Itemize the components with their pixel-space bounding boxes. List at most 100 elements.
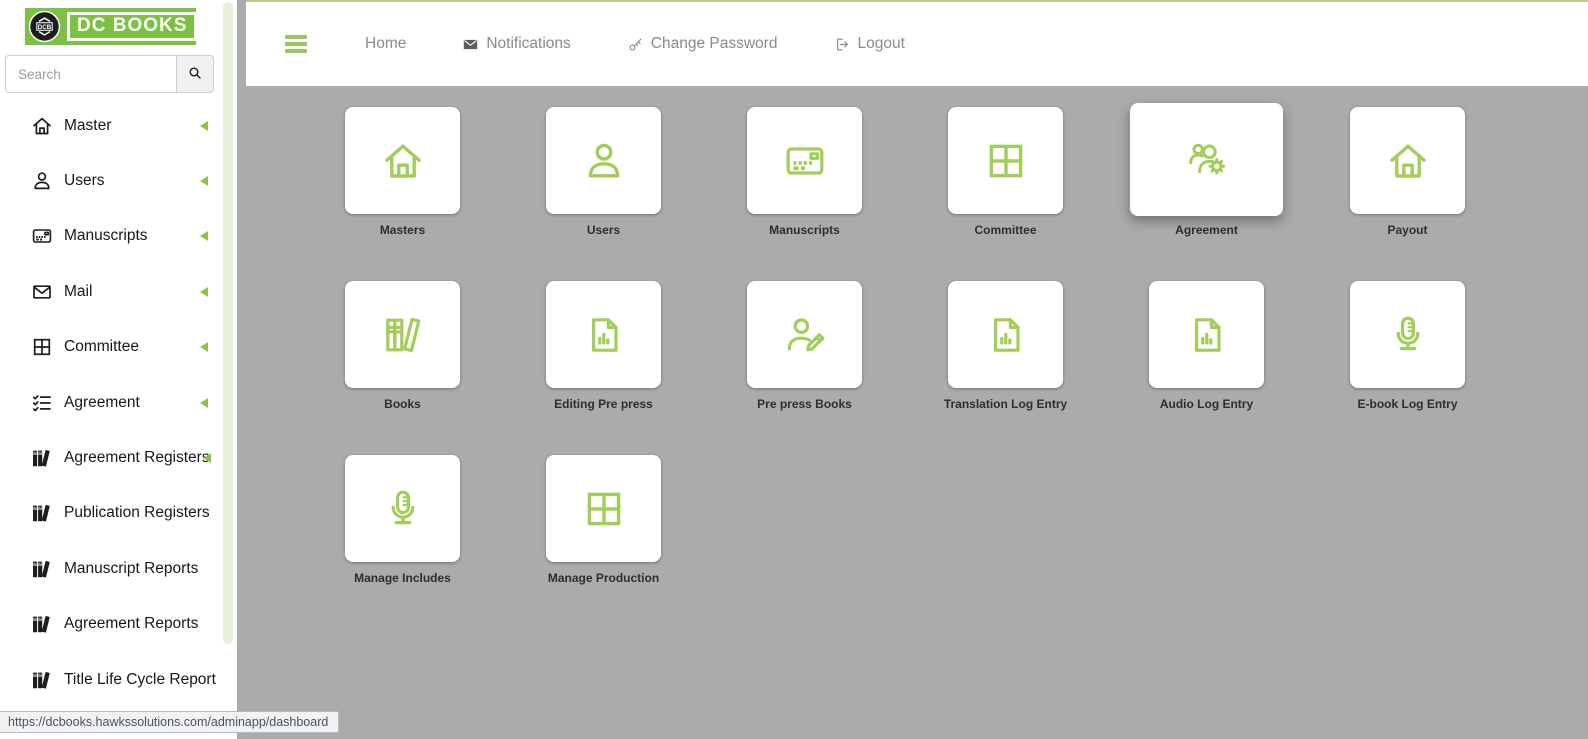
- hamburger-menu-icon[interactable]: [285, 32, 307, 56]
- tile-button-audio-log-entry[interactable]: [1149, 281, 1264, 388]
- tile-editing-pre-press: Editing Pre press: [546, 281, 661, 411]
- home-icon: [379, 137, 427, 185]
- envelope-icon: [462, 36, 479, 53]
- tile-committee: Committee: [948, 107, 1063, 237]
- tile-e-book-log-entry: E-book Log Entry: [1350, 281, 1465, 411]
- nav-item-label: Change Password: [651, 35, 778, 53]
- books-icon: [30, 612, 54, 636]
- tile-audio-log-entry: Audio Log Entry: [1149, 281, 1264, 411]
- logo-badge-text: DCB: [38, 24, 52, 31]
- tile-button-translation-log-entry[interactable]: [948, 281, 1063, 388]
- tile-users: Users: [546, 107, 661, 237]
- tile-label: Books: [384, 397, 421, 411]
- sidebar-scrollbar[interactable]: [223, 2, 233, 644]
- sidebar-item-publication-registers[interactable]: Publication Registers: [0, 486, 237, 541]
- tile-label: Agreement: [1175, 223, 1238, 237]
- nav-item-label: Logout: [857, 35, 904, 53]
- nav-item-label: Notifications: [486, 35, 570, 53]
- search-input[interactable]: [5, 55, 176, 93]
- sidebar-item-manuscript-reports[interactable]: Manuscript Reports: [0, 541, 237, 596]
- navbar-items: Home Notifications Change Password Logout: [365, 35, 905, 53]
- grid-icon: [580, 485, 628, 533]
- sidebar-item-label: Mail: [64, 283, 92, 301]
- tile-label: Manuscripts: [769, 223, 840, 237]
- tile-payout: Payout: [1350, 107, 1465, 237]
- sidebar-item-manuscripts[interactable]: Manuscripts: [0, 209, 237, 264]
- grid-icon: [30, 335, 54, 359]
- sidebar-item-agreement[interactable]: Agreement: [0, 375, 237, 430]
- sidebar-item-agreement-registers[interactable]: Agreement Registers: [0, 430, 237, 485]
- tile-button-manage-production[interactable]: [546, 455, 661, 562]
- sidebar-menu: Master Users Manuscripts Mail Committee Agree…: [0, 98, 237, 707]
- sidebar-item-label: Title Life Cycle Report: [64, 671, 216, 689]
- grid-icon: [982, 137, 1030, 185]
- sidebar-item-master[interactable]: Master: [0, 98, 237, 153]
- sidebar-item-label: Agreement: [64, 394, 140, 412]
- dashboard-grid: MastersUsersManuscriptsCommitteeAgreemen…: [345, 107, 1588, 585]
- sidebar-search: [5, 55, 214, 93]
- sidebar-item-users[interactable]: Users: [0, 153, 237, 208]
- tile-button-books[interactable]: [345, 281, 460, 388]
- tile-label: Manage Includes: [354, 571, 451, 585]
- home-icon: [30, 114, 54, 138]
- microphone-icon: [379, 485, 427, 533]
- user-icon: [30, 169, 54, 193]
- sidebar-item-label: Agreement Reports: [64, 615, 198, 633]
- sidebar-item-agreement-reports[interactable]: Agreement Reports: [0, 597, 237, 652]
- logo-title: DC BOOKS: [67, 12, 197, 41]
- sidebar-item-label: Master: [64, 117, 111, 135]
- sidebar-item-mail[interactable]: Mail: [0, 264, 237, 319]
- tile-button-editing-pre-press[interactable]: [546, 281, 661, 388]
- tile-button-e-book-log-entry[interactable]: [1350, 281, 1465, 388]
- tile-translation-log-entry: Translation Log Entry: [948, 281, 1063, 411]
- doc-chart-icon: [982, 311, 1030, 359]
- caret-left-icon: [200, 121, 208, 131]
- tile-button-masters[interactable]: [345, 107, 460, 214]
- caret-left-icon: [200, 398, 208, 408]
- doc-chart-icon: [1183, 311, 1231, 359]
- caret-left-icon: [200, 342, 208, 352]
- books-icon: [30, 668, 54, 692]
- home-icon: [1384, 137, 1432, 185]
- sidebar: DCB DC BOOKS Master Users Manuscripts Mail C…: [0, 0, 237, 739]
- tile-button-committee[interactable]: [948, 107, 1063, 214]
- tile-label: Translation Log Entry: [944, 397, 1067, 411]
- nav-item-notifications[interactable]: Notifications: [462, 35, 570, 53]
- tile-books: Books: [345, 281, 460, 411]
- search-button[interactable]: [176, 55, 214, 93]
- person-edit-icon: [781, 311, 829, 359]
- dcb-logo-badge-icon: DCB: [28, 10, 61, 43]
- users-gear-icon: [1183, 136, 1231, 184]
- caret-left-icon: [200, 231, 208, 241]
- tile-button-agreement[interactable]: [1130, 103, 1283, 216]
- dashboard-content: MastersUsersManuscriptsCommitteeAgreemen…: [237, 86, 1588, 739]
- app-window: DCB DC BOOKS Master Users Manuscripts Mail C…: [0, 0, 1588, 739]
- tile-button-manuscripts[interactable]: [747, 107, 862, 214]
- caret-left-icon: [200, 287, 208, 297]
- tile-button-payout[interactable]: [1350, 107, 1465, 214]
- main-area: Home Notifications Change Password Logout M…: [237, 0, 1588, 739]
- sidebar-item-committee[interactable]: Committee: [0, 320, 237, 375]
- tile-manage-production: Manage Production: [546, 455, 661, 585]
- tile-manuscripts: Manuscripts: [747, 107, 862, 237]
- tile-button-pre-press-books[interactable]: [747, 281, 862, 388]
- tile-pre-press-books: Pre press Books: [747, 281, 862, 411]
- sidebar-item-label: Manuscripts: [64, 227, 148, 245]
- books-icon: [30, 501, 54, 525]
- nav-item-home[interactable]: Home: [365, 35, 406, 53]
- microphone-icon: [1384, 311, 1432, 359]
- sidebar-item-label: Manuscript Reports: [64, 560, 198, 578]
- tile-label: Users: [587, 223, 620, 237]
- sidebar-item-title-life-cycle-report[interactable]: Title Life Cycle Report: [0, 652, 237, 707]
- checklist-icon: [30, 391, 54, 415]
- tile-button-manage-includes[interactable]: [345, 455, 460, 562]
- nav-item-change-password[interactable]: Change Password: [627, 35, 778, 53]
- tile-label: E-book Log Entry: [1358, 397, 1458, 411]
- nav-item-logout[interactable]: Logout: [833, 35, 904, 53]
- tile-button-users[interactable]: [546, 107, 661, 214]
- user-icon: [580, 137, 628, 185]
- logo-link[interactable]: DCB DC BOOKS: [25, 8, 196, 45]
- browser-status-url: https://dcbooks.hawkssolutions.com/admin…: [0, 711, 339, 733]
- books-icon: [30, 557, 54, 581]
- books-shelf-icon: [379, 311, 427, 359]
